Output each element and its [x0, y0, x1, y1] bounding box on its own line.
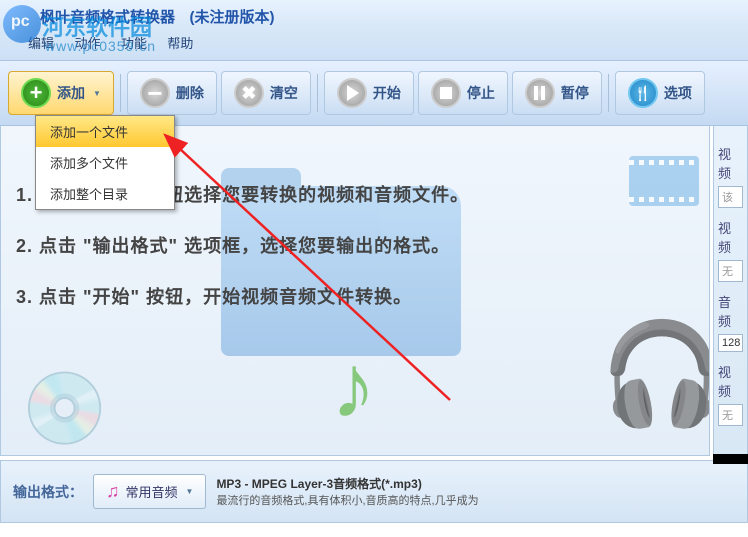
start-label: 开始 — [373, 83, 401, 103]
add-folder[interactable]: 添加整个目录 — [36, 178, 174, 209]
instruction-3: 3. 点击 "开始" 按钮，开始视频音频文件转换。 — [16, 283, 694, 309]
black-strip — [713, 454, 748, 464]
watermark-url: www.pc0359.cn — [45, 38, 156, 54]
start-button[interactable]: 开始 — [324, 71, 414, 115]
side-label-video2: 视频 — [718, 218, 743, 256]
side-field-4[interactable]: 无 — [718, 404, 743, 426]
format-description: 最流行的音频格式,具有体积小,音质高的特点,几乎成为 — [216, 492, 735, 508]
music-icon: ♫ — [106, 481, 120, 502]
stop-button[interactable]: 停止 — [418, 71, 508, 115]
stop-icon — [431, 78, 461, 108]
side-field-3[interactable]: 128 — [718, 334, 743, 352]
instruction-2: 2. 点击 "输出格式" 选项框，选择您要输出的格式。 — [16, 232, 694, 258]
add-label: 添加 — [57, 83, 85, 103]
options-button[interactable]: 选项 — [615, 71, 705, 115]
add-single-file[interactable]: 添加一个文件 — [36, 116, 174, 147]
stop-label: 停止 — [467, 83, 495, 103]
cd-graphic: 💿 — [21, 368, 108, 450]
chevron-down-icon: ▼ — [93, 89, 101, 98]
music-note-graphic: ♪ — [331, 336, 376, 439]
format-category-select[interactable]: ♫ 常用音频 ▼ — [93, 474, 206, 509]
clear-icon: ✖ — [234, 78, 264, 108]
play-icon — [337, 78, 367, 108]
pause-label: 暂停 — [561, 83, 589, 103]
pause-icon — [525, 78, 555, 108]
add-dropdown-menu: 添加一个文件 添加多个文件 添加整个目录 — [35, 115, 175, 210]
format-info-select[interactable]: MP3 - MPEG Layer-3音频格式(*.mp3) 最流行的音频格式,具… — [216, 475, 735, 508]
menu-help[interactable]: 帮助 — [159, 31, 201, 54]
format-category: 常用音频 — [126, 482, 178, 501]
add-button[interactable]: + 添加 ▼ — [8, 71, 114, 115]
chevron-down-icon: ▼ — [186, 487, 194, 496]
side-panel: 视频 该 视频 无 音频 128 视频 无 — [713, 126, 748, 456]
format-title: MP3 - MPEG Layer-3音频格式(*.mp3) — [216, 475, 735, 492]
clear-label: 清空 — [270, 83, 298, 103]
side-label-video1: 视频 — [718, 144, 743, 182]
registration-status: (未注册版本) — [189, 9, 274, 26]
delete-button[interactable]: − 删除 — [127, 71, 217, 115]
clear-button[interactable]: ✖ 清空 — [221, 71, 311, 115]
output-panel: 输出格式： ♫ 常用音频 ▼ MP3 - MPEG Layer-3音频格式(*.… — [0, 460, 748, 523]
side-field-2[interactable]: 无 — [718, 260, 743, 282]
plus-icon: + — [21, 78, 51, 108]
minus-icon: − — [140, 78, 170, 108]
side-label-video3: 视频 — [718, 362, 743, 400]
options-icon — [628, 78, 658, 108]
watermark-logo — [3, 5, 41, 43]
side-field-1[interactable]: 该 — [718, 186, 743, 208]
side-label-audio: 音频 — [718, 292, 743, 330]
output-format-label: 输出格式： — [13, 482, 83, 502]
delete-label: 删除 — [176, 83, 204, 103]
options-label: 选项 — [664, 83, 692, 103]
pause-button[interactable]: 暂停 — [512, 71, 602, 115]
add-multiple-files[interactable]: 添加多个文件 — [36, 147, 174, 178]
headphone-graphic: 🎧 — [599, 316, 710, 433]
